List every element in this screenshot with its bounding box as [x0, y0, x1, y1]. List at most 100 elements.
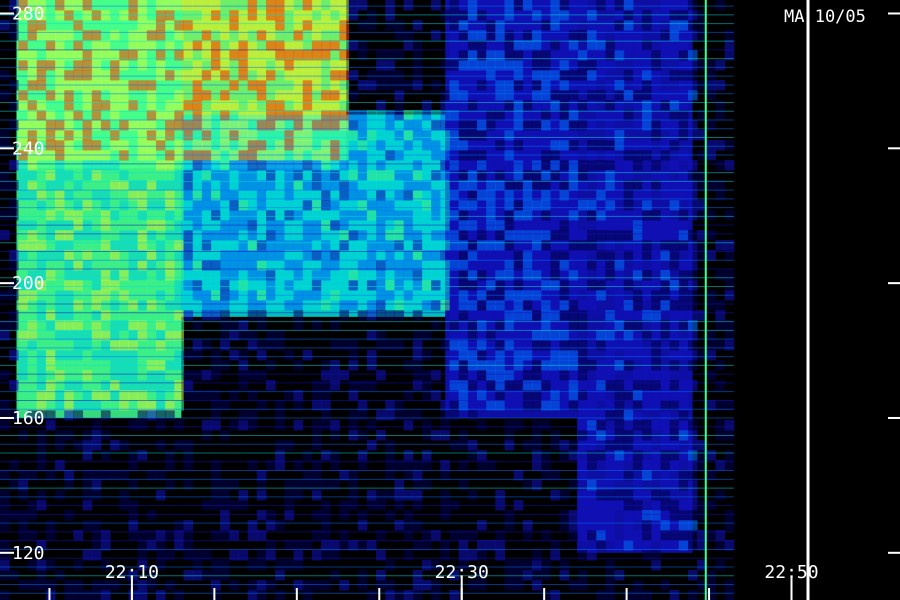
spectrum-cell	[642, 140, 652, 151]
spectrum-cell	[440, 210, 450, 221]
spectrum-cell	[587, 160, 597, 171]
spectrum-cell	[192, 130, 203, 141]
spectrum-cell	[577, 300, 588, 311]
spectrum-cell	[82, 240, 93, 251]
spectrum-cell	[467, 280, 478, 291]
spectrum-cell	[678, 340, 689, 351]
spectrum-cell	[321, 280, 331, 291]
spectrum-cell	[605, 450, 616, 461]
spectrum-cell	[550, 90, 561, 101]
spectrum-cell	[403, 550, 414, 561]
spectrum-cell	[532, 440, 542, 451]
spectrum-cell	[522, 240, 533, 251]
spectrum-cell	[321, 580, 331, 591]
spectrum-cell	[715, 270, 726, 281]
spectrum-cell	[614, 160, 625, 171]
spectrum-cell	[412, 310, 423, 321]
spectrum-cell	[174, 60, 184, 71]
spectrum-cell	[146, 410, 157, 421]
spectrum-cell	[256, 130, 267, 141]
spectrum-cell	[577, 30, 588, 41]
spectrum-cell	[541, 20, 551, 31]
spectrum-cell	[284, 210, 295, 221]
spectrum-cell	[110, 30, 120, 41]
spectrum-cell	[266, 520, 276, 531]
spectrum-cell	[302, 240, 313, 251]
spectrum-cell	[449, 590, 460, 600]
spectrum-cell	[678, 300, 689, 311]
spectrum-cell	[137, 340, 148, 351]
spectrum-cell	[73, 0, 84, 11]
spectrum-cell	[293, 60, 304, 71]
spectrum-cell	[155, 230, 166, 241]
spectrum-cell	[504, 280, 515, 291]
spectrum-cell	[55, 130, 65, 141]
spectrum-cell	[660, 540, 671, 551]
spectrum-cell	[128, 370, 139, 381]
spectrum-cell	[73, 270, 84, 281]
spectrum-cell	[110, 310, 120, 321]
spectrum-cell	[605, 130, 616, 141]
spectrum-cell	[421, 480, 432, 491]
spectrum-cell	[385, 20, 395, 31]
spectrum-cell	[559, 300, 570, 311]
spectrum-cell	[596, 370, 606, 381]
spectrum-cell	[385, 410, 395, 421]
spectrum-cell	[623, 140, 634, 151]
spectrum-cell	[284, 440, 295, 451]
spectrum-cell	[82, 270, 93, 281]
spectrum-cell	[568, 230, 579, 241]
spectrum-cell	[18, 200, 29, 211]
spectrum-cell	[0, 490, 10, 501]
spectrum-cell	[623, 440, 634, 451]
spectrum-cell	[238, 370, 249, 381]
spectrum-cell	[64, 370, 74, 381]
spectrum-cell	[275, 130, 285, 141]
spectrum-cell	[605, 230, 616, 241]
spectrum-cell	[183, 100, 194, 111]
spectrum-cell	[73, 590, 84, 600]
spectrum-cell	[366, 170, 377, 181]
spectrum-cell	[256, 280, 267, 291]
spectrum-cell	[330, 270, 340, 281]
spectrum-cell	[532, 280, 542, 291]
spectrum-cell	[128, 140, 139, 151]
spectrum-cell	[587, 210, 597, 221]
spectrum-cell	[614, 310, 625, 321]
spectrum-cell	[27, 350, 38, 361]
spectrum-cell	[376, 300, 386, 311]
spectrum-cell	[64, 480, 74, 491]
spectrum-cell	[119, 200, 129, 211]
spectrum-cell	[229, 30, 239, 41]
spectrum-cell	[366, 420, 377, 431]
spectrum-cell	[146, 370, 157, 381]
spectrum-cell	[522, 160, 533, 171]
spectrum-cell	[541, 0, 551, 11]
spectrum-cell	[110, 300, 120, 311]
spectrum-cell	[642, 70, 652, 81]
spectrum-cell	[64, 380, 74, 391]
spectrum-cell	[669, 340, 680, 351]
spectrum-cell	[64, 510, 74, 521]
spectrum-cell	[64, 30, 74, 41]
spectrum-cell	[229, 90, 239, 101]
spectrum-cell	[137, 30, 148, 41]
spectrum-cell	[412, 350, 423, 361]
spectrum-cell	[605, 280, 616, 291]
spectrum-cell	[201, 0, 212, 11]
spectrum-cell	[495, 380, 505, 391]
spectrum-cell	[421, 140, 432, 151]
spectrum-cell	[403, 230, 414, 241]
spectrum-cell	[532, 200, 542, 211]
spectrum-cell	[458, 440, 469, 451]
spectrum-cell	[266, 210, 276, 221]
spectrum-cell	[220, 510, 230, 521]
spectrum-cell	[550, 70, 561, 81]
spectrum-cell	[302, 20, 313, 31]
spectrum-cell	[321, 410, 331, 421]
spectrum-cell	[687, 340, 698, 351]
spectrum-cell	[550, 590, 561, 600]
spectrum-cell	[321, 200, 331, 211]
spectrum-cell	[504, 100, 515, 111]
spectrum-cell	[440, 270, 450, 281]
